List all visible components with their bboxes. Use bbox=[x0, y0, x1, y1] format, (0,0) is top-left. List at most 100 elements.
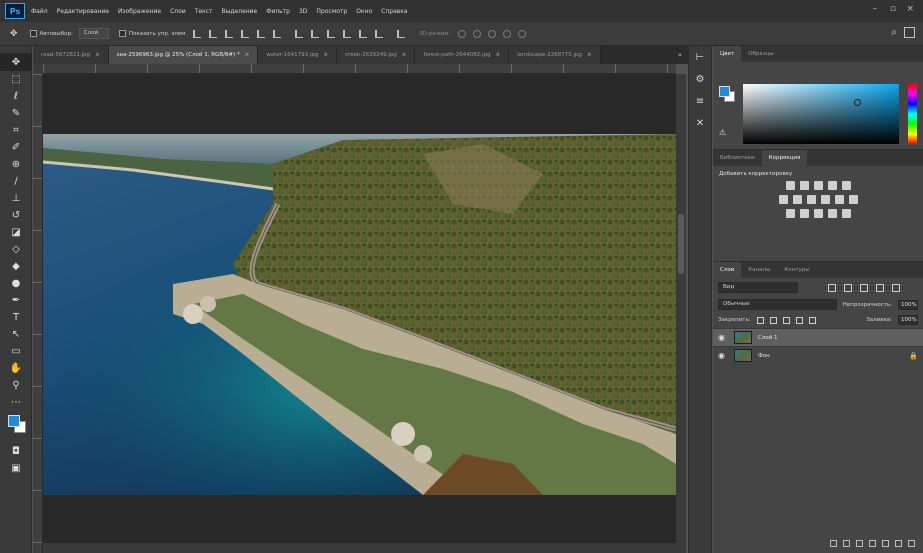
blur-tool-icon[interactable]: ◆ bbox=[0, 258, 32, 275]
delete-layer-icon[interactable] bbox=[908, 539, 915, 547]
color-field[interactable] bbox=[743, 84, 899, 144]
crop-tool-icon[interactable]: ⌗ bbox=[0, 122, 32, 139]
tab-adjustments[interactable]: Коррекция bbox=[761, 150, 808, 166]
healing-brush-tool-icon[interactable]: ⊕ bbox=[0, 156, 32, 173]
layer-row[interactable]: ◉ Слой 1 bbox=[713, 328, 923, 346]
lock-all-icon[interactable] bbox=[808, 316, 816, 324]
3d-roll-icon[interactable] bbox=[473, 29, 482, 38]
shape-tool-icon[interactable]: ▭ bbox=[0, 343, 32, 360]
tab-layers[interactable]: Слои bbox=[713, 262, 742, 278]
eyedropper-tool-icon[interactable]: ✐ bbox=[0, 139, 32, 156]
threshold-icon[interactable] bbox=[813, 209, 823, 218]
lock-position-icon[interactable] bbox=[782, 316, 790, 324]
paragraph-panel-icon[interactable]: ≡ bbox=[689, 90, 711, 112]
quick-select-tool-icon[interactable]: ✎ bbox=[0, 105, 32, 122]
3d-rotate-icon[interactable] bbox=[458, 29, 467, 38]
menu-window[interactable]: Окно bbox=[356, 8, 372, 15]
menu-edit[interactable]: Редактирование bbox=[57, 8, 109, 15]
history-panel-icon[interactable]: ⊢ bbox=[689, 46, 711, 68]
foreground-color-swatch[interactable] bbox=[8, 415, 20, 427]
ruler-corner[interactable] bbox=[33, 64, 43, 74]
document-image[interactable] bbox=[43, 134, 676, 495]
levels-icon[interactable] bbox=[799, 181, 809, 190]
stamp-tool-icon[interactable]: ⊥ bbox=[0, 190, 32, 207]
screen-mode-icon[interactable]: ▣ bbox=[0, 460, 32, 477]
lasso-tool-icon[interactable]: ℓ bbox=[0, 88, 32, 105]
filter-pixel-icon[interactable] bbox=[828, 283, 836, 292]
visibility-eye-icon[interactable]: ◉ bbox=[718, 351, 728, 360]
hue-saturation-icon[interactable] bbox=[778, 195, 788, 204]
scrollbar-thumb[interactable] bbox=[678, 214, 684, 274]
layer-kind-select[interactable]: Вид bbox=[718, 282, 798, 293]
close-tab-icon[interactable]: × bbox=[95, 52, 100, 58]
align-right-icon[interactable] bbox=[273, 29, 282, 38]
blend-mode-select[interactable]: Обычные bbox=[718, 299, 837, 310]
align-left-icon[interactable] bbox=[241, 29, 250, 38]
properties-panel-icon[interactable]: ⚙ bbox=[689, 68, 711, 90]
type-tool-icon[interactable]: T bbox=[0, 309, 32, 326]
tab-overflow-icon[interactable]: » bbox=[672, 46, 688, 64]
color-picker-ring[interactable] bbox=[854, 99, 861, 106]
distribute-left-icon[interactable] bbox=[343, 29, 352, 38]
tab-color[interactable]: Цвет bbox=[713, 46, 742, 62]
posterize-icon[interactable] bbox=[799, 209, 809, 218]
filter-shape-icon[interactable] bbox=[876, 283, 884, 292]
menu-type[interactable]: Текст bbox=[195, 8, 213, 15]
add-mask-icon[interactable] bbox=[856, 539, 863, 547]
gradient-map-icon[interactable] bbox=[827, 209, 837, 218]
3d-slide-icon[interactable] bbox=[503, 29, 512, 38]
filter-smart-object-icon[interactable] bbox=[892, 283, 900, 292]
3d-camera-icon[interactable] bbox=[518, 29, 527, 38]
black-white-icon[interactable] bbox=[806, 195, 816, 204]
distribute-top-icon[interactable] bbox=[295, 29, 304, 38]
distribute-bottom-icon[interactable] bbox=[327, 29, 336, 38]
lock-artboard-icon[interactable] bbox=[795, 316, 803, 324]
panel-foreground-swatch[interactable] bbox=[719, 86, 730, 97]
distribute-right-icon[interactable] bbox=[375, 29, 384, 38]
menu-layers[interactable]: Слои bbox=[170, 8, 186, 15]
search-icon[interactable]: ⌕ bbox=[891, 27, 897, 38]
lock-transparent-icon[interactable] bbox=[756, 316, 764, 324]
pen-tool-icon[interactable]: ✒ bbox=[0, 292, 32, 309]
close-tab-icon[interactable]: × bbox=[402, 52, 407, 58]
color-balance-icon[interactable] bbox=[792, 195, 802, 204]
history-brush-tool-icon[interactable]: ↺ bbox=[0, 207, 32, 224]
minimize-icon[interactable]: – bbox=[873, 4, 878, 14]
hue-slider[interactable] bbox=[908, 84, 917, 144]
more-tools-icon[interactable]: ⋯ bbox=[0, 394, 32, 411]
color-lookup-icon[interactable] bbox=[848, 195, 858, 204]
vibrance-icon[interactable] bbox=[841, 181, 851, 190]
fill-field[interactable]: 100% bbox=[898, 315, 918, 325]
tab-libraries[interactable]: Библиотеки bbox=[713, 150, 762, 166]
gradient-tool-icon[interactable]: ◇ bbox=[0, 241, 32, 258]
canvas-scrollbar[interactable] bbox=[676, 74, 686, 553]
align-top-icon[interactable] bbox=[193, 29, 202, 38]
align-bottom-icon[interactable] bbox=[225, 29, 234, 38]
dodge-tool-icon[interactable]: ● bbox=[0, 275, 32, 292]
close-tab-icon[interactable]: × bbox=[496, 52, 501, 58]
autoselect-select[interactable]: Слой bbox=[78, 28, 109, 39]
doc-tab[interactable]: road-5672821.jpg × bbox=[33, 46, 109, 64]
new-layer-icon[interactable] bbox=[895, 539, 902, 547]
brightness-icon[interactable] bbox=[785, 181, 795, 190]
move-tool-icon[interactable]: ✥ bbox=[0, 54, 32, 71]
distribute-hcenter-icon[interactable] bbox=[359, 29, 368, 38]
filter-type-icon[interactable] bbox=[860, 283, 868, 292]
horizontal-ruler[interactable] bbox=[43, 64, 676, 74]
doc-tab[interactable]: water-1641793.jpg × bbox=[258, 46, 337, 64]
menu-filter[interactable]: Фильтр bbox=[266, 8, 290, 15]
brush-tool-icon[interactable]: ∕ bbox=[0, 173, 32, 190]
menu-view[interactable]: Просмотр bbox=[316, 8, 347, 15]
doc-tab-active[interactable]: sea-2596963.jpg @ 25% (Слой 1, RGB/8#) *… bbox=[108, 46, 259, 64]
tools-presets-icon[interactable]: ✕ bbox=[689, 112, 711, 134]
doc-tab[interactable]: creek-2639249.jpg × bbox=[336, 46, 416, 64]
close-tab-icon[interactable]: × bbox=[245, 52, 250, 58]
3d-drag-icon[interactable] bbox=[488, 29, 497, 38]
lock-image-icon[interactable] bbox=[769, 316, 777, 324]
align-vcenter-icon[interactable] bbox=[209, 29, 218, 38]
selective-color-icon[interactable] bbox=[841, 209, 851, 218]
canvas-area[interactable] bbox=[43, 74, 676, 553]
menu-image[interactable]: Изображение bbox=[118, 8, 161, 15]
tab-paths[interactable]: Контуры bbox=[777, 262, 816, 278]
show-transform-checkbox[interactable] bbox=[118, 30, 126, 37]
